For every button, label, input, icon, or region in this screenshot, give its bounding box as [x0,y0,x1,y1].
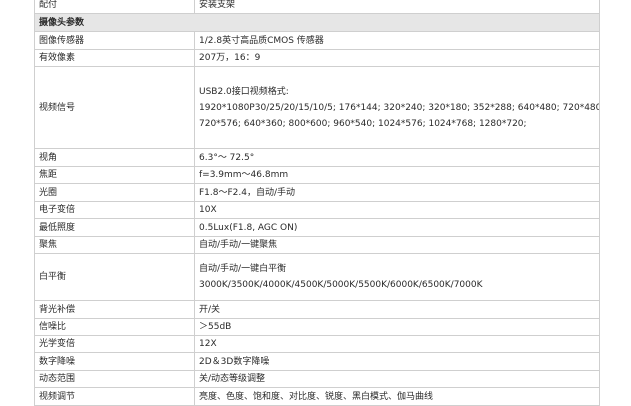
row-value: 自动/手动/一键聚焦 [194,236,600,254]
value-line: 自动/手动/一键白平衡 [199,264,287,274]
table-row: 光圈 F1.8～F2.4，自动/手动 [34,183,600,202]
value-line: 3000K/3500K/4000K/4500K/5000K/5500K/6000… [199,280,483,290]
row-label: 电子变倍 [34,201,195,219]
row-value: 1/2.8英寸高品质CMOS 传感器 [194,31,600,50]
row-label: 焦距 [34,166,195,184]
table-row: 图像传感器 1/2.8英寸高品质CMOS 传感器 [34,31,600,50]
table-row: 焦距 f=3.9mm～46.8mm [34,166,600,184]
row-label: 白平衡 [34,253,195,301]
table-row: 白平衡 自动/手动/一键白平衡 3000K/3500K/4000K/4500K/… [34,253,600,301]
row-label: 聚焦 [34,236,195,254]
row-value: 自动/手动/一键白平衡 3000K/3500K/4000K/4500K/5000… [194,253,600,301]
table-row: 光学变倍 12X [34,335,600,353]
row-label: 视角 [34,148,195,167]
table-row: 信噪比 ＞55dB [34,318,600,336]
row-label: 背光补偿 [34,300,195,319]
spec-sheet: 配付 安装支架 摄像头参数 图像传感器 1/2.8英寸高品质CMOS 传感器 有… [34,0,600,406]
row-value: 10X [194,201,600,219]
section-header-row: 摄像头参数 [34,13,600,32]
row-value: 6.3°～ 72.5° [194,148,600,167]
value-line: USB2.0接口视频格式: [199,86,289,97]
row-label: 有效像素 [34,49,195,67]
row-value: 安装支架 [194,0,600,14]
row-label: 最低照度 [34,218,195,237]
table-row: 数字降噪 2D＆3D数字降噪 [34,352,600,371]
row-value: 207万，16：9 [194,49,600,67]
row-label: 数字降噪 [34,352,195,371]
table-row: 聚焦 自动/手动/一键聚焦 [34,236,600,254]
row-value: 0.5Lux(F1.8, AGC ON) [194,218,600,237]
row-label: 配付 [34,0,195,14]
table-row: 视频调节 亮度、色度、饱和度、对比度、锐度、黑白模式、伽马曲线 [34,387,600,406]
value-line: 720*576; 640*360; 800*600; 960*540; 1024… [199,118,527,129]
spec-table: 配付 安装支架 摄像头参数 图像传感器 1/2.8英寸高品质CMOS 传感器 有… [34,0,600,406]
row-value: 2D＆3D数字降噪 [194,352,600,371]
row-label: 图像传感器 [34,31,195,50]
row-value: USB2.0接口视频格式: 1920*1080P30/25/20/15/10/5… [194,66,600,149]
section-title: 摄像头参数 [34,13,600,32]
row-value: 亮度、色度、饱和度、对比度、锐度、黑白模式、伽马曲线 [194,387,600,406]
row-label: 光圈 [34,183,195,202]
value-line: 1920*1080P30/25/20/15/10/5; 176*144; 320… [199,102,600,113]
table-row: 配付 安装支架 [34,0,600,14]
table-row: 动态范围 关/动态等级调整 [34,370,600,388]
table-row: 电子变倍 10X [34,201,600,219]
row-label: 动态范围 [34,370,195,388]
row-label: 视频调节 [34,387,195,406]
table-row: 最低照度 0.5Lux(F1.8, AGC ON) [34,218,600,237]
table-row: 有效像素 207万，16：9 [34,49,600,67]
table-row: 视角 6.3°～ 72.5° [34,148,600,167]
row-value: ＞55dB [194,318,600,336]
row-value: 关/动态等级调整 [194,370,600,388]
row-value: F1.8～F2.4，自动/手动 [194,183,600,202]
row-value: 开/关 [194,300,600,319]
row-label: 光学变倍 [34,335,195,353]
row-value: f=3.9mm～46.8mm [194,166,600,184]
row-label: 视频信号 [34,66,195,149]
row-value: 12X [194,335,600,353]
table-row: 背光补偿 开/关 [34,300,600,319]
table-row: 视频信号 USB2.0接口视频格式: 1920*1080P30/25/20/15… [34,66,600,149]
row-label: 信噪比 [34,318,195,336]
